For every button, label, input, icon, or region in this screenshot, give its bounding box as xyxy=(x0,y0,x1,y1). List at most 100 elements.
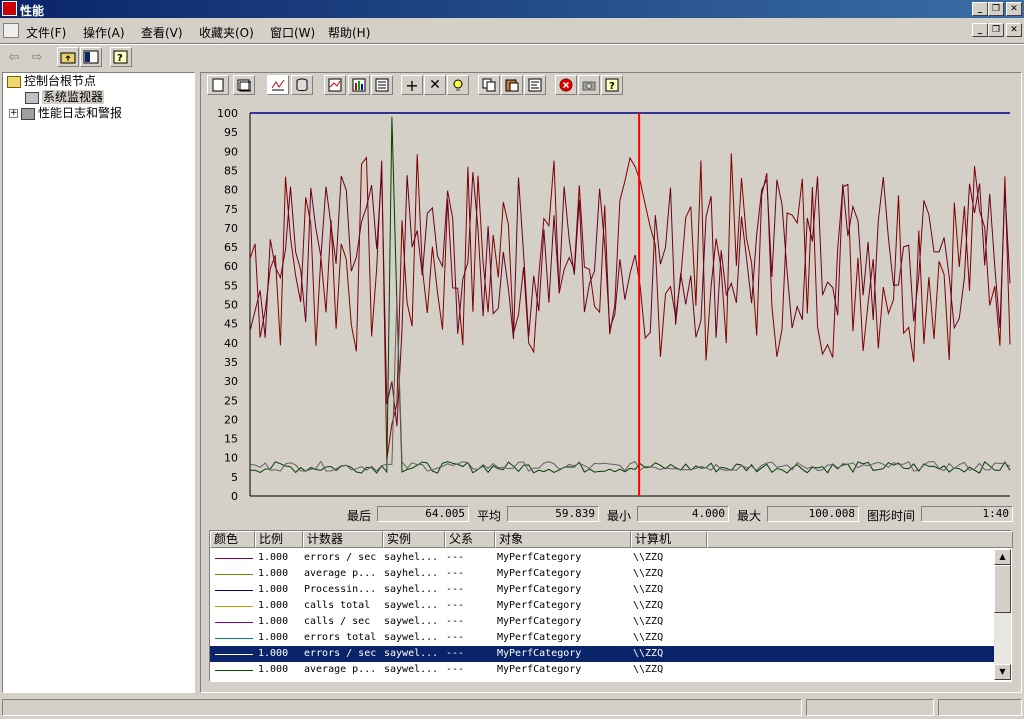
properties-icon[interactable] xyxy=(524,75,546,95)
counter-row[interactable]: 1.000 Processin... sayhel... --- MyPerfCateg… xyxy=(210,582,994,598)
forward-arrow-icon[interactable]: ⇨ xyxy=(26,47,48,67)
clear-display-icon[interactable] xyxy=(233,75,255,95)
child-close-icon[interactable]: ✕ xyxy=(1006,23,1022,37)
menu-help[interactable]: 帮助(H) xyxy=(328,24,370,41)
color-swatch xyxy=(215,622,253,623)
color-swatch xyxy=(215,654,253,655)
color-swatch xyxy=(215,558,253,559)
paste-counter-list-icon[interactable] xyxy=(501,75,523,95)
cell-parent: --- xyxy=(446,600,465,611)
menu-file[interactable]: 文件(F) xyxy=(26,24,66,41)
new-counter-set-icon[interactable] xyxy=(207,75,229,95)
counter-row[interactable]: 1.000 errors total saywel... --- MyPerfCateg… xyxy=(210,630,994,646)
close-icon[interactable]: ✕ xyxy=(1006,2,1022,16)
average-value: 59.839 xyxy=(507,506,599,522)
column-header-instance[interactable]: 实例 xyxy=(383,531,445,548)
restore-icon[interactable]: ❐ xyxy=(988,2,1004,16)
view-current-activity-icon[interactable] xyxy=(267,75,289,95)
child-restore-icon[interactable]: ❐ xyxy=(988,23,1004,37)
view-report-icon[interactable] xyxy=(371,75,393,95)
copy-properties-icon[interactable] xyxy=(478,75,500,95)
tree-root[interactable]: 控制台根节点 xyxy=(7,73,96,89)
y-tick-label: 10 xyxy=(224,452,238,465)
cell-parent: --- xyxy=(446,664,465,675)
cell-object: MyPerfCategory xyxy=(497,600,582,611)
color-swatch xyxy=(215,606,253,607)
tree-item-system-monitor[interactable]: 系统监视器 xyxy=(25,89,105,105)
cell-counter: average p... xyxy=(304,664,377,675)
maximum-value: 100.008 xyxy=(767,506,859,522)
cell-computer: \\ZZQ xyxy=(633,664,664,675)
counter-row[interactable]: 1.000 calls total saywel... --- MyPerfCatego… xyxy=(210,598,994,614)
column-header-parent[interactable]: 父系 xyxy=(445,531,495,548)
y-tick-label: 65 xyxy=(224,241,238,254)
window-title: 性能 xyxy=(20,4,45,18)
menu-view[interactable]: 查看(V) xyxy=(141,24,183,41)
back-arrow-icon[interactable]: ⇦ xyxy=(3,47,25,67)
y-tick-label: 55 xyxy=(224,279,238,292)
cell-instance: saywel... xyxy=(384,632,439,643)
cell-scale: 1.000 xyxy=(258,552,289,563)
menu-action[interactable]: 操作(A) xyxy=(83,24,125,41)
cell-counter: errors / sec xyxy=(304,552,377,563)
view-log-data-icon[interactable] xyxy=(291,75,313,95)
legend-scrollbar[interactable]: ▲ ▼ xyxy=(994,549,1011,680)
expand-plus-icon[interactable]: + xyxy=(9,109,18,118)
column-header-computer[interactable]: 计算机 xyxy=(631,531,707,548)
color-swatch xyxy=(215,638,253,639)
y-tick-label: 25 xyxy=(224,394,238,407)
add-counter-icon[interactable]: + xyxy=(401,75,423,95)
freeze-display-icon[interactable] xyxy=(555,75,577,95)
cell-computer: \\ZZQ xyxy=(633,584,664,595)
y-tick-label: 45 xyxy=(224,318,238,331)
cell-computer: \\ZZQ xyxy=(633,648,664,659)
y-tick-label: 40 xyxy=(224,337,238,350)
up-folder-icon[interactable] xyxy=(57,47,79,67)
menu-favorites[interactable]: 收藏夹(O) xyxy=(199,24,254,41)
cell-computer: \\ZZQ xyxy=(633,600,664,611)
chart-help-icon[interactable]: ? xyxy=(601,75,623,95)
cell-instance: saywel... xyxy=(384,616,439,627)
cell-computer: \\ZZQ xyxy=(633,552,664,563)
counter-row[interactable]: 1.000 errors / sec sayhel... --- MyPerfCateg… xyxy=(210,550,994,566)
tree-item-perf-logs[interactable]: + 性能日志和警报 xyxy=(9,105,122,121)
menu-window[interactable]: 窗口(W) xyxy=(270,24,315,41)
last-label: 最后 xyxy=(347,509,372,523)
scroll-down-icon[interactable]: ▼ xyxy=(994,664,1011,680)
graph-time-value: 1:40 xyxy=(921,506,1013,522)
delete-counter-icon[interactable]: ✕ xyxy=(424,75,446,95)
graph-time-label: 图形时间 xyxy=(867,509,916,523)
view-histogram-icon[interactable] xyxy=(348,75,370,95)
cell-parent: --- xyxy=(446,552,465,563)
view-graph-icon[interactable] xyxy=(324,75,346,95)
cell-instance: saywel... xyxy=(384,664,439,675)
minimize-icon[interactable]: _ xyxy=(972,2,988,16)
tree-item-system-monitor-label: 系统监视器 xyxy=(42,90,105,104)
cell-scale: 1.000 xyxy=(258,648,289,659)
cell-counter: errors / sec xyxy=(304,648,377,659)
column-header-color[interactable]: 颜色 xyxy=(210,531,255,548)
maximum-label: 最大 xyxy=(737,509,762,523)
scroll-up-icon[interactable]: ▲ xyxy=(994,549,1011,565)
child-minimize-icon[interactable]: _ xyxy=(972,23,988,37)
y-tick-label: 60 xyxy=(224,260,238,273)
menu-bar: 文件(F) 操作(A) 查看(V) 收藏夹(O) 窗口(W) 帮助(H) _ ❐… xyxy=(0,20,1024,42)
cell-scale: 1.000 xyxy=(258,616,289,627)
logs-icon xyxy=(21,107,35,120)
cell-instance: saywel... xyxy=(384,648,439,659)
column-header-scale[interactable]: 比例 xyxy=(255,531,303,548)
update-data-icon[interactable] xyxy=(578,75,600,95)
column-header-counter[interactable]: 计数器 xyxy=(303,531,383,548)
highlight-bulb-icon[interactable] xyxy=(447,75,469,95)
cell-counter: calls / sec xyxy=(304,616,371,627)
help-icon[interactable]: ? xyxy=(110,47,132,67)
column-header-object[interactable]: 对象 xyxy=(495,531,631,548)
counter-row[interactable]: 1.000 errors / sec saywel... --- MyPerfCateg… xyxy=(210,646,994,662)
counter-row[interactable]: 1.000 calls / sec saywel... --- MyPerfCatego… xyxy=(210,614,994,630)
counter-row[interactable]: 1.000 average p... sayhel... --- MyPerfCateg… xyxy=(210,566,994,582)
child-window-icon[interactable] xyxy=(3,23,19,38)
counter-row[interactable]: 1.000 average p... saywel... --- MyPerfCateg… xyxy=(210,662,994,678)
scroll-thumb[interactable] xyxy=(994,565,1011,613)
show-tree-icon[interactable] xyxy=(80,47,102,67)
cell-parent: --- xyxy=(446,584,465,595)
